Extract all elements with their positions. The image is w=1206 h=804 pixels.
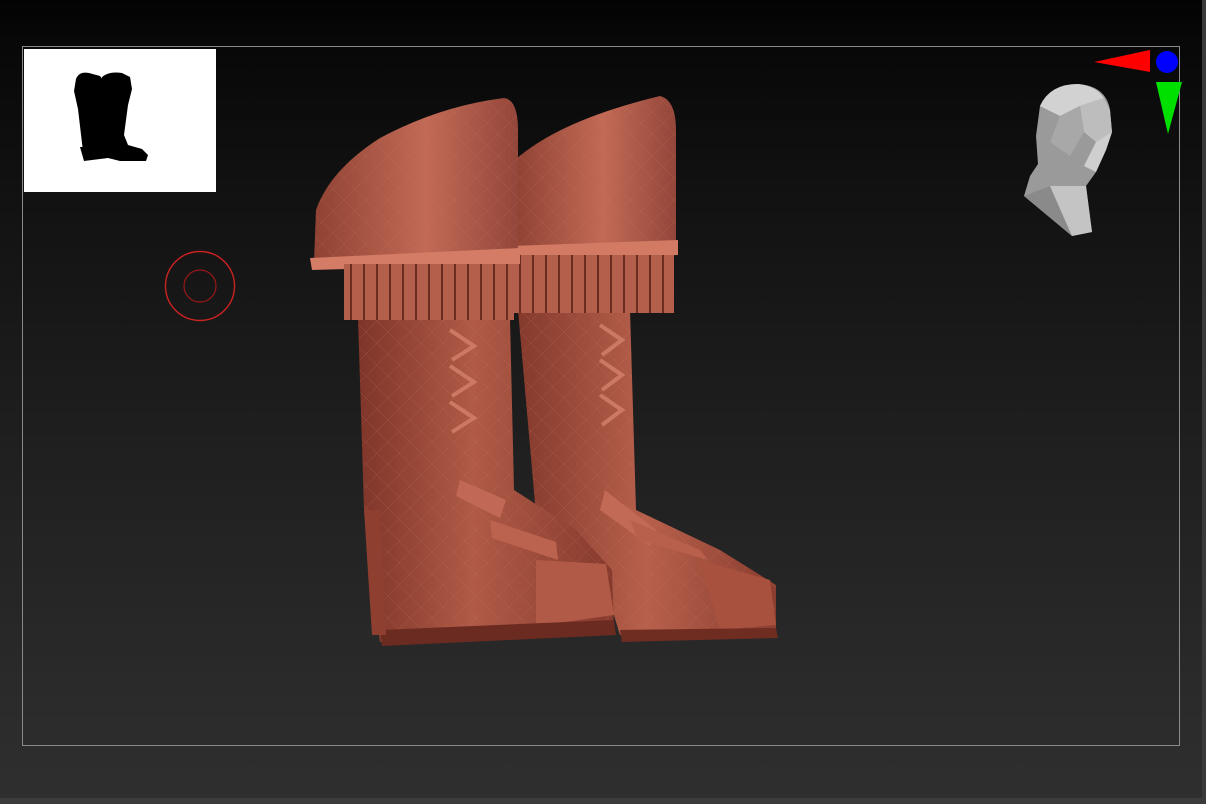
head-orientation-icon xyxy=(1024,50,1182,236)
boots-3d-model[interactable] xyxy=(300,90,790,650)
bottom-edge-border xyxy=(0,798,1206,804)
brush-cursor xyxy=(164,250,238,324)
thumbnail-view[interactable] xyxy=(24,49,216,192)
x-axis-arrow-icon xyxy=(1094,50,1150,72)
z-axis-dot-icon xyxy=(1156,51,1178,73)
boots-silhouette-icon xyxy=(74,72,148,161)
orientation-navigator[interactable] xyxy=(1010,46,1190,236)
boots-mesh xyxy=(310,96,778,646)
right-edge-border xyxy=(1202,0,1206,804)
brush-cursor-icon xyxy=(164,250,236,322)
y-axis-arrow-icon xyxy=(1156,82,1182,134)
